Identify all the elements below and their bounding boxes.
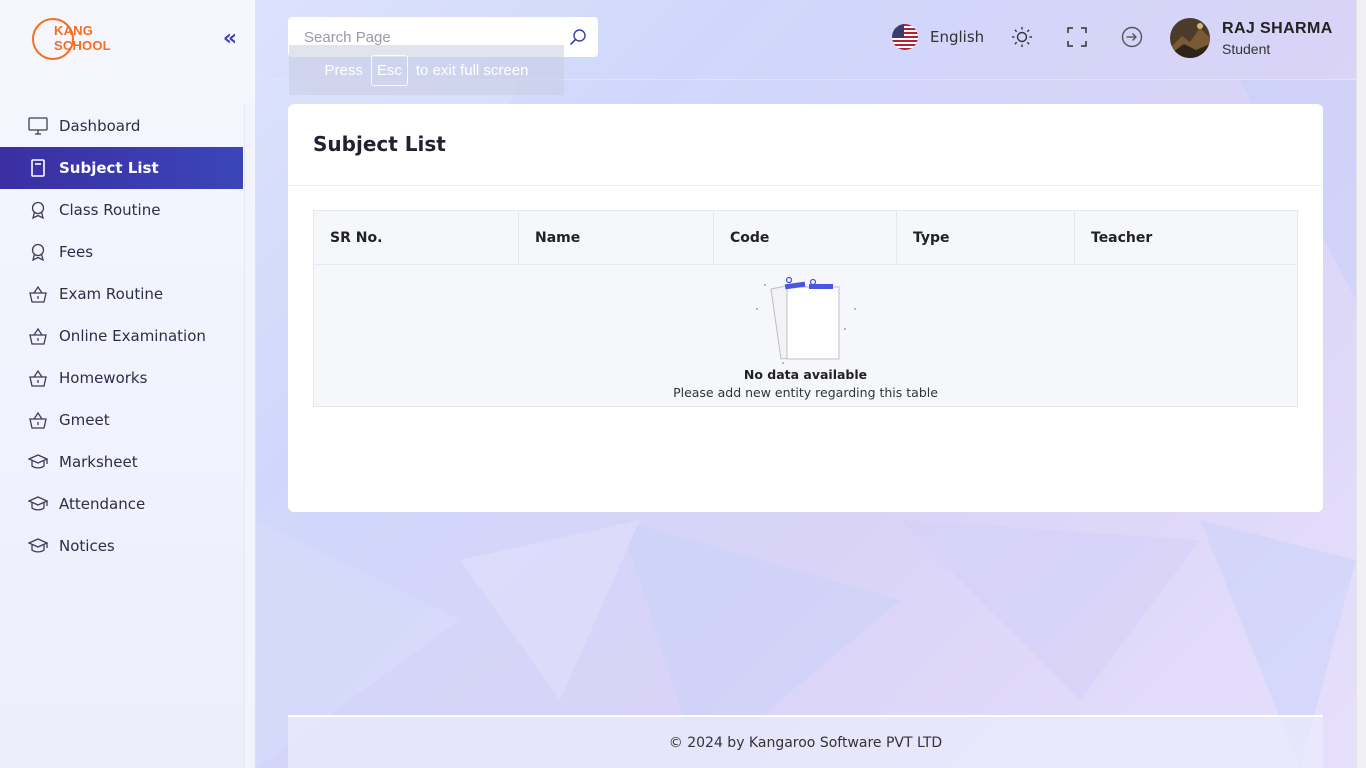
hint-prefix: Press [324, 61, 363, 79]
fullscreen-icon[interactable] [1064, 24, 1090, 50]
card-divider [288, 185, 1323, 186]
hint-key: Esc [370, 54, 408, 86]
sidebar-item-notices[interactable]: Notices [0, 525, 243, 567]
collapse-sidebar-button[interactable]: « [218, 26, 242, 52]
hint-suffix: to exit full screen [415, 61, 529, 79]
sidebar-item-subject-list[interactable]: Subject List [0, 147, 243, 189]
sidebar-item-label: Notices [59, 537, 115, 555]
theme-toggle-sun-icon[interactable] [1009, 24, 1035, 50]
sidebar-item-label: Marksheet [59, 453, 138, 471]
user-role: Student [1222, 40, 1271, 57]
fullscreen-exit-hint: Press Esc to exit full screen [289, 45, 564, 95]
chevrons-left-icon: « [222, 26, 238, 51]
sidebar-item-label: Fees [59, 243, 94, 261]
subject-table: SR No. Name Code Type Teacher No data av… [313, 210, 1298, 407]
book-icon [28, 158, 48, 178]
brand-line-2: SCHOOL [54, 38, 111, 53]
column-header-name[interactable]: Name [518, 210, 714, 265]
table-header-row: SR No. Name Code Type Teacher [313, 210, 1298, 265]
graduation-cap-icon [28, 536, 48, 556]
brand-line-1: KANG [54, 23, 94, 38]
sidebar-item-exam-routine[interactable]: Exam Routine [0, 273, 243, 315]
sidebar-item-label: Class Routine [59, 201, 161, 219]
award-icon [28, 200, 48, 220]
award-icon [28, 242, 48, 262]
basket-icon [28, 326, 48, 346]
language-selector[interactable]: English [892, 22, 984, 52]
sidebar-item-class-routine[interactable]: Class Routine [0, 189, 243, 231]
page-footer: © 2024 by Kangaroo Software PVT LTD [288, 715, 1323, 768]
logout-icon[interactable] [1119, 24, 1145, 50]
brand-logo[interactable]: KANG SCHOOL [32, 18, 142, 62]
sidebar: KANG SCHOOL « Dashboard Subject List Class… [0, 0, 256, 768]
user-profile[interactable]: RAJ SHARMA Student [1170, 16, 1333, 60]
language-label: English [930, 28, 985, 46]
sidebar-item-gmeet[interactable]: Gmeet [0, 399, 243, 441]
empty-clipboard-icon [755, 276, 856, 364]
page-title: Subject List [313, 132, 446, 156]
empty-state-row: No data available Please add new entity … [313, 264, 1298, 407]
sidebar-item-attendance[interactable]: Attendance [0, 483, 243, 525]
column-header-type[interactable]: Type [896, 210, 1075, 265]
sidebar-item-homeworks[interactable]: Homeworks [0, 357, 243, 399]
basket-icon [28, 410, 48, 430]
sidebar-scrollbar[interactable] [244, 104, 254, 768]
sidebar-item-label: Online Examination [59, 327, 206, 345]
sidebar-item-label: Gmeet [59, 411, 110, 429]
graduation-cap-icon [28, 494, 48, 514]
sidebar-item-label: Subject List [59, 159, 159, 177]
sidebar-nav: Dashboard Subject List Class Routine Fees Ex… [0, 105, 243, 567]
column-header-code[interactable]: Code [713, 210, 897, 265]
sidebar-item-label: Exam Routine [59, 285, 164, 303]
empty-state: No data available Please add new entity … [313, 264, 1298, 407]
avatar [1170, 18, 1210, 58]
search-icon[interactable] [558, 17, 598, 57]
column-header-sr-no[interactable]: SR No. [313, 210, 519, 265]
subject-list-card: Subject List SR No. Name Code Type Teach… [288, 104, 1323, 512]
sidebar-item-marksheet[interactable]: Marksheet [0, 441, 243, 483]
basket-icon [28, 284, 48, 304]
sidebar-item-fees[interactable]: Fees [0, 231, 243, 273]
sidebar-item-label: Dashboard [59, 117, 141, 135]
sidebar-item-label: Attendance [59, 495, 146, 513]
sidebar-item-label: Homeworks [59, 369, 148, 387]
empty-state-title: No data available [743, 367, 868, 382]
graduation-cap-icon [28, 452, 48, 472]
sidebar-item-dashboard[interactable]: Dashboard [0, 105, 243, 147]
basket-icon [28, 368, 48, 388]
monitor-icon [28, 116, 48, 136]
empty-state-subtitle: Please add new entity regarding this tab… [673, 385, 938, 400]
user-name: RAJ SHARMA [1222, 19, 1333, 37]
page-scrollbar[interactable] [1356, 0, 1366, 768]
column-header-teacher[interactable]: Teacher [1074, 210, 1298, 265]
us-flag-icon [892, 24, 918, 50]
footer-copyright: © 2024 by Kangaroo Software PVT LTD [668, 734, 943, 751]
sidebar-item-online-examination[interactable]: Online Examination [0, 315, 243, 357]
